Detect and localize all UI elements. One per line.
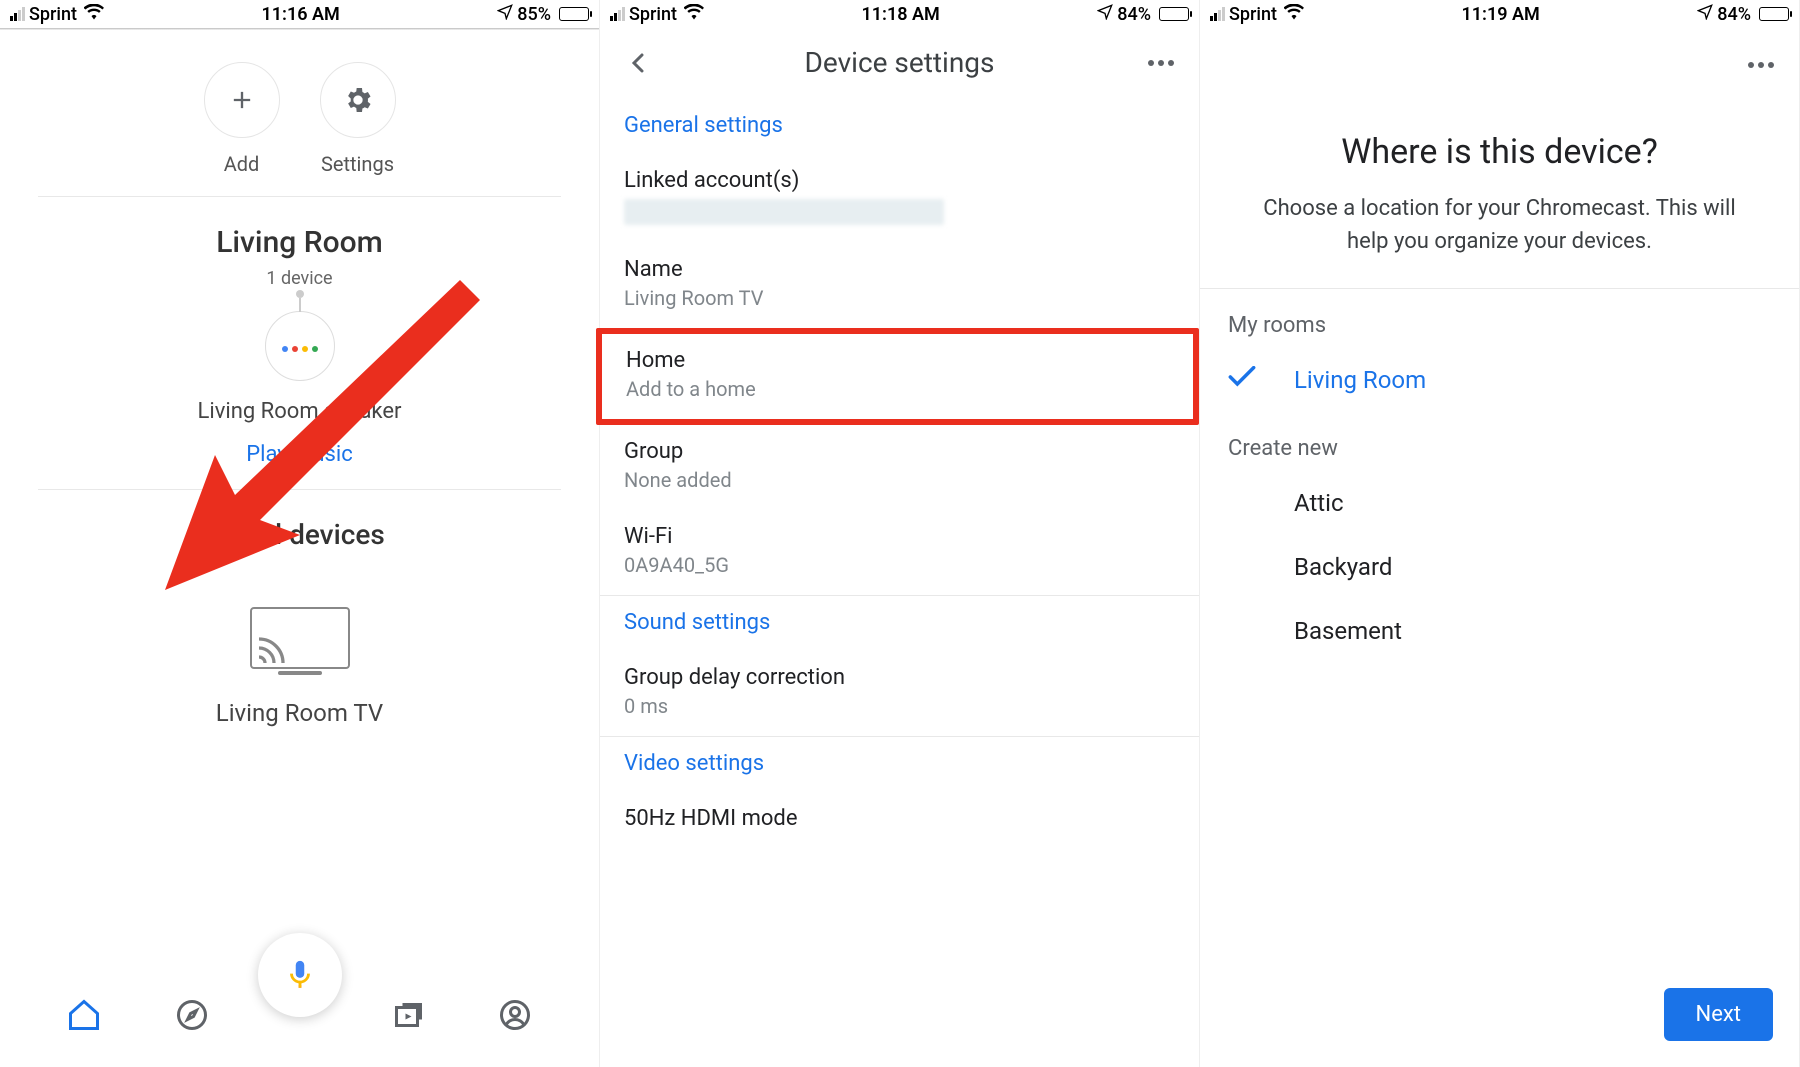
page-title: Where is this device? — [1228, 132, 1771, 172]
setting-value: Add to a home — [626, 377, 1169, 401]
setting-label: Linked account(s) — [624, 168, 1175, 193]
setting-value: None added — [624, 468, 1175, 492]
room-option-basement[interactable]: Basement — [1200, 599, 1799, 663]
actions-row: Add Settings — [0, 30, 599, 196]
settings-label: Settings — [321, 152, 394, 176]
check-icon — [1228, 366, 1280, 394]
battery-percent: 84% — [1117, 4, 1151, 25]
name-row[interactable]: Name Living Room TV — [600, 243, 1199, 328]
google-dots-icon — [280, 337, 320, 356]
room-title: Living Room — [0, 225, 599, 260]
status-bar: Sprint 11:19 AM 84% — [1200, 0, 1799, 28]
carrier-label: Sprint — [629, 4, 677, 25]
battery-icon — [1759, 7, 1789, 21]
battery-percent: 85% — [517, 4, 551, 25]
settings-action[interactable]: Settings — [320, 62, 396, 176]
wifi-row[interactable]: Wi-Fi 0A9A40_5G — [600, 510, 1199, 595]
video-settings-link[interactable]: Video settings — [600, 737, 1199, 792]
location-icon — [497, 4, 513, 25]
signal-icon — [1210, 7, 1225, 21]
location-icon — [1097, 4, 1113, 25]
wifi-icon — [84, 4, 104, 25]
nav-media-icon[interactable] — [389, 997, 425, 1037]
carrier-label: Sprint — [1229, 4, 1277, 25]
carrier-label: Sprint — [29, 4, 77, 25]
clock-time: 11:18 AM — [861, 4, 939, 25]
gear-icon — [320, 62, 396, 138]
status-bar: Sprint 11:18 AM 84% — [600, 0, 1199, 28]
speaker-name: Living Room speaker — [0, 399, 599, 424]
room-option-attic[interactable]: Attic — [1200, 471, 1799, 535]
more-button[interactable] — [1141, 59, 1181, 67]
page-title: Device settings — [658, 46, 1141, 79]
speaker-device[interactable] — [265, 311, 335, 381]
room-option-label: Living Room — [1294, 366, 1426, 394]
setting-label: Home — [626, 348, 1169, 373]
room-section: Living Room 1 device Living Room speaker… — [0, 197, 599, 489]
add-action[interactable]: Add — [204, 62, 280, 176]
home-row[interactable]: Home Add to a home — [596, 328, 1199, 425]
group-row[interactable]: Group None added — [600, 425, 1199, 510]
linked-account-value — [624, 199, 944, 225]
status-bar: Sprint 11:16 AM 85% — [0, 0, 599, 28]
nav-account-icon[interactable] — [497, 997, 533, 1037]
clock-time: 11:19 AM — [1461, 4, 1539, 25]
create-new-label: Create new — [1200, 412, 1799, 471]
setting-value: Living Room TV — [624, 286, 1175, 310]
wifi-icon — [684, 4, 704, 25]
page-subtitle: Choose a location for your Chromecast. T… — [1228, 192, 1771, 258]
bottom-nav — [0, 967, 599, 1067]
sound-settings-link[interactable]: Sound settings — [600, 596, 1199, 651]
screen-choose-location: Sprint 11:19 AM 84% Where is this device… — [1200, 0, 1800, 1067]
cast-icon — [250, 607, 350, 669]
signal-icon — [610, 7, 625, 21]
signal-icon — [10, 7, 25, 21]
linked-accounts-row[interactable]: Linked account(s) — [600, 154, 1199, 243]
page-header: Where is this device? Choose a location … — [1200, 28, 1799, 288]
next-button[interactable]: Next — [1664, 988, 1773, 1041]
back-button[interactable] — [618, 51, 658, 75]
battery-percent: 84% — [1717, 4, 1751, 25]
cast-device[interactable]: Living Room TV — [0, 607, 599, 727]
local-devices-title: Local devices — [0, 518, 599, 551]
setting-value: 0A9A40_5G — [624, 553, 1175, 577]
play-music-link[interactable]: Play music — [0, 442, 599, 467]
plus-icon — [204, 62, 280, 138]
setting-label: Group — [624, 439, 1175, 464]
location-icon — [1697, 4, 1713, 25]
group-delay-row[interactable]: Group delay correction 0 ms — [600, 651, 1199, 736]
wifi-icon — [1284, 4, 1304, 25]
room-option-living-room[interactable]: Living Room — [1200, 348, 1799, 412]
header: Device settings — [600, 28, 1199, 99]
hdmi-mode-row[interactable]: 50Hz HDMI mode — [600, 792, 1199, 833]
room-option-label: Backyard — [1294, 553, 1392, 581]
local-devices-section: Local devices Living Room TV — [0, 490, 599, 797]
add-label: Add — [224, 152, 260, 176]
next-button-label: Next — [1696, 1002, 1741, 1027]
clock-time: 11:16 AM — [261, 4, 339, 25]
general-settings-link[interactable]: General settings — [600, 99, 1199, 154]
room-option-label: Basement — [1294, 617, 1402, 645]
room-option-label: Attic — [1294, 489, 1344, 517]
my-rooms-label: My rooms — [1200, 289, 1799, 348]
battery-icon — [1159, 7, 1189, 21]
more-button[interactable] — [1747, 54, 1775, 73]
setting-label: Name — [624, 257, 1175, 282]
mic-button[interactable] — [258, 933, 342, 1017]
nav-home-icon[interactable] — [66, 997, 102, 1037]
screen-home: Sprint 11:16 AM 85% Add Settings — [0, 0, 600, 1067]
room-option-backyard[interactable]: Backyard — [1200, 535, 1799, 599]
setting-value: 0 ms — [624, 694, 1175, 718]
battery-icon — [559, 7, 589, 21]
screen-device-settings: Sprint 11:18 AM 84% Device settings Gene… — [600, 0, 1200, 1067]
room-subtitle: 1 device — [0, 268, 599, 289]
cast-device-name: Living Room TV — [216, 699, 383, 727]
nav-discover-icon[interactable] — [174, 997, 210, 1037]
setting-label: Wi-Fi — [624, 524, 1175, 549]
setting-label: 50Hz HDMI mode — [624, 806, 1175, 831]
setting-label: Group delay correction — [624, 665, 1175, 690]
